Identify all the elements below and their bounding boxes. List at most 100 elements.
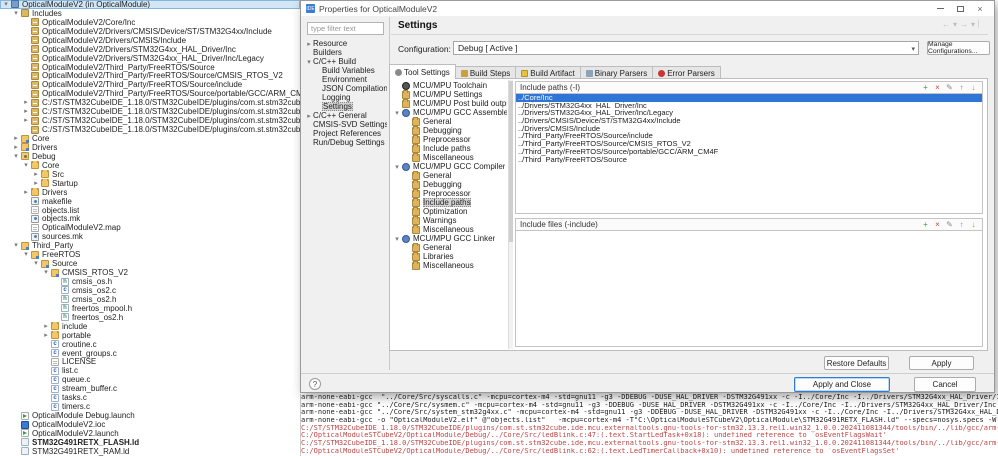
manage-configurations-button[interactable]: Manage Configurations... [927, 41, 990, 55]
tree-item[interactable]: General [391, 243, 507, 252]
edit-icon[interactable]: ✎ [945, 221, 954, 229]
expander-icon[interactable]: ▾ [22, 161, 30, 170]
include-path-row[interactable]: ../Third_Party/FreeRTOS/Source/include [516, 132, 982, 140]
tree-item[interactable]: queue.c [0, 375, 300, 384]
tree-item[interactable]: Miscellaneous [391, 225, 507, 234]
delete-icon[interactable]: × [933, 221, 942, 229]
tree-item[interactable]: freertos_mpool.h [0, 304, 300, 313]
back-icon[interactable]: ← [942, 20, 950, 29]
tree-item[interactable]: ▾Debug [0, 152, 300, 161]
expander-icon[interactable]: ▸ [42, 331, 50, 340]
tree-item[interactable]: JSON Compilation [303, 84, 387, 93]
tree-item[interactable]: timers.c [0, 402, 300, 411]
tree-item[interactable]: MCU/MPU Settings [391, 90, 507, 99]
tree-item[interactable]: ▾CMSIS_RTOS_V2 [0, 268, 300, 277]
move-down-icon[interactable]: ↓ [969, 221, 978, 229]
expander-icon[interactable]: ▸ [305, 40, 313, 48]
tree-item[interactable]: OpticalModule Debug.launch [0, 411, 300, 420]
move-up-icon[interactable]: ↑ [957, 84, 966, 92]
include-path-row[interactable]: ../Drivers/STM32G4xx_HAL_Driver/Inc [516, 102, 982, 110]
tree-item[interactable]: ▾FreeRTOS [0, 250, 300, 259]
include-files-list[interactable] [515, 231, 983, 347]
tree-item[interactable]: ▾OpticalModuleV2 (in OpticalModule) [0, 0, 300, 9]
include-path-row[interactable]: ../Third_Party/FreeRTOS/Source/CMSIS_RTO… [516, 140, 982, 148]
tree-item[interactable]: OpticalModuleV2/Third_Party/FreeRTOS/Sou… [0, 63, 300, 72]
tree-item[interactable]: cmsis_os.h [0, 277, 300, 286]
expander-icon[interactable]: ▾ [12, 9, 20, 18]
tree-item[interactable]: OpticalModuleV2/Drivers/STM32G4xx_HAL_Dr… [0, 54, 300, 63]
tree-item[interactable]: ▾MCU/MPU GCC Linker [391, 234, 507, 243]
tree-item[interactable]: OpticalModuleV2/Third_Party/FreeRTOS/Sou… [0, 80, 300, 89]
tree-item[interactable]: OpticalModuleV2.map [0, 223, 300, 232]
tree-item[interactable]: ▸Drivers [0, 188, 300, 197]
close-button[interactable]: × [970, 1, 990, 16]
tree-item[interactable]: ▾MCU/MPU GCC Assembler [391, 108, 507, 117]
tree-item[interactable]: ▾Source [0, 259, 300, 268]
tree-item[interactable]: LICENSE [0, 358, 300, 367]
expander-icon[interactable]: ▸ [305, 112, 313, 120]
tree-item[interactable]: Preprocessor [391, 189, 507, 198]
tree-item[interactable]: OpticalModuleV2/Drivers/STM32G4xx_HAL_Dr… [0, 45, 300, 54]
include-path-row[interactable]: ../Drivers/CMSIS/Include [516, 125, 982, 133]
expander-icon[interactable]: ▸ [22, 116, 30, 125]
tree-item[interactable]: STM32G491RETX_RAM.ld [0, 447, 300, 456]
tree-item[interactable]: Run/Debug Settings [303, 138, 387, 147]
tree-item[interactable]: OpticalModuleV2/Core/Inc [0, 18, 300, 27]
tree-item[interactable]: MCU/MPU Post build outputs [391, 99, 507, 108]
minimize-button[interactable] [930, 1, 950, 16]
include-path-row[interactable]: ../Third_Party/FreeRTOS/Source/portable/… [516, 148, 982, 156]
tree-item[interactable]: freertos_os2.h [0, 313, 300, 322]
tree-item[interactable]: sources.mk [0, 232, 300, 241]
tree-item[interactable]: MCU/MPU Toolchain [391, 81, 507, 90]
include-path-row[interactable]: ../Drivers/CMSIS/Device/ST/STM32G4xx/Inc… [516, 117, 982, 125]
tree-item[interactable]: objects.mk [0, 215, 300, 224]
tree-item[interactable]: ▾MCU/MPU GCC Compiler [391, 162, 507, 171]
tree-item[interactable]: OpticalModuleV2/Third_Party/FreeRTOS/Sou… [0, 89, 300, 98]
tree-item[interactable]: General [391, 171, 507, 180]
tree-item[interactable]: ▸portable [0, 331, 300, 340]
apply-button[interactable]: Apply [909, 356, 974, 370]
tree-item[interactable]: croutine.c [0, 340, 300, 349]
tree-item[interactable]: C:/ST/STM32CubeIDE_1.18.0/STM32CubeIDE/p… [0, 125, 300, 134]
expander-icon[interactable]: ▾ [305, 58, 313, 66]
tree-item[interactable]: ▸Startup [0, 179, 300, 188]
add-icon[interactable]: + [921, 221, 930, 229]
move-down-icon[interactable]: ↓ [969, 84, 978, 92]
expander-icon[interactable]: ▾ [2, 0, 10, 9]
forward-menu-icon[interactable]: ▾ [971, 20, 975, 29]
tree-item[interactable]: Preprocessor [391, 135, 507, 144]
tree-item[interactable]: Warnings [391, 216, 507, 225]
expander-icon[interactable]: ▾ [42, 268, 50, 277]
tree-item[interactable]: Project References [303, 129, 387, 138]
tree-item[interactable]: event_groups.c [0, 349, 300, 358]
tree-item[interactable]: ▸Resource [303, 39, 387, 48]
tree-item[interactable]: Optimization [391, 207, 507, 216]
include-paths-list[interactable]: ../Core/Inc../Drivers/STM32G4xx_HAL_Driv… [515, 94, 983, 214]
apply-and-close-button[interactable]: Apply and Close [794, 377, 890, 392]
tree-item[interactable]: OpticalModuleV2.launch [0, 429, 300, 438]
tree-item[interactable]: STM32G491RETX_FLASH.ld [0, 438, 300, 447]
build-console[interactable]: arm-none-eabi-gcc "../Core/Src/syscalls.… [300, 394, 998, 456]
tree-item[interactable]: Include paths [391, 198, 507, 207]
expander-icon[interactable]: ▾ [22, 250, 30, 259]
tree-item[interactable]: Settings [303, 102, 387, 111]
tab-tool-settings[interactable]: Tool Settings [389, 64, 456, 79]
tree-item[interactable]: ▾Includes [0, 9, 300, 18]
edit-icon[interactable]: ✎ [945, 84, 954, 92]
tree-item[interactable]: Builders [303, 48, 387, 57]
tree-item[interactable]: tasks.c [0, 393, 300, 402]
expander-icon[interactable]: ▸ [22, 98, 30, 107]
tree-item[interactable]: CMSIS-SVD Settings [303, 120, 387, 129]
tree-item[interactable]: ▾Core [0, 161, 300, 170]
expander-icon[interactable]: ▾ [12, 152, 20, 161]
tree-item[interactable]: Debugging [391, 180, 507, 189]
tree-item[interactable]: stream_buffer.c [0, 384, 300, 393]
include-path-row[interactable]: ../Drivers/STM32G4xx_HAL_Driver/Inc/Lega… [516, 109, 982, 117]
delete-icon[interactable]: × [933, 84, 942, 92]
tree-item[interactable]: Include paths [391, 144, 507, 153]
filter-input[interactable]: type filter text [307, 22, 384, 35]
tree-item[interactable]: General [391, 117, 507, 126]
expander-icon[interactable]: ▸ [42, 322, 50, 331]
include-path-row[interactable]: ../Core/Inc [516, 94, 982, 102]
tree-item[interactable]: Logging [303, 93, 387, 102]
